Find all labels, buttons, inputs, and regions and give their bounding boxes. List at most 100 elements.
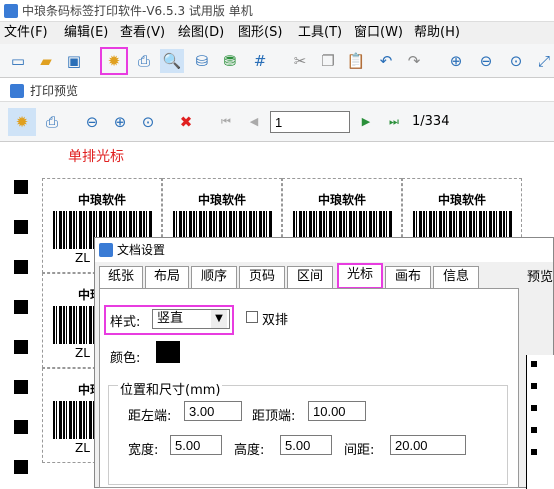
- top-offset-label: 距顶端:: [252, 409, 296, 424]
- cursor-mark: [14, 380, 28, 394]
- last-page-icon[interactable]: ⏭: [382, 110, 406, 134]
- database-icon[interactable]: ⛁: [190, 49, 214, 73]
- height-input[interactable]: [280, 435, 332, 455]
- menu-tools[interactable]: 工具(T): [298, 22, 342, 44]
- redo-icon[interactable]: ↷: [402, 49, 426, 73]
- grid-icon[interactable]: #: [248, 49, 272, 73]
- cursor-mark: [14, 460, 28, 474]
- preview-settings-gear-icon[interactable]: ✹: [8, 108, 36, 136]
- zoom-fit-icon[interactable]: ⊙: [504, 49, 528, 73]
- preview-zoom-fit-icon[interactable]: ⊙: [136, 110, 160, 134]
- tab-page-number[interactable]: 页码: [239, 266, 285, 288]
- style-select[interactable]: 竖直 ▼: [152, 309, 230, 329]
- menu-bar: 文件(F) 编辑(E) 查看(V) 绘图(D) 图形(S) 工具(T) 窗口(W…: [0, 22, 554, 44]
- dialog-title: 文档设置: [117, 243, 166, 257]
- cursor-mark: [14, 300, 28, 314]
- dialog-title-bar: 文档设置: [95, 238, 553, 262]
- preview-zoom-in-icon[interactable]: ⊕: [108, 110, 132, 134]
- next-page-icon[interactable]: ▶: [354, 110, 378, 134]
- tab-order[interactable]: 顺序: [191, 266, 237, 288]
- prev-page-icon[interactable]: ◀: [242, 110, 266, 134]
- save-icon[interactable]: ▣: [62, 49, 86, 73]
- top-offset-input[interactable]: [308, 401, 366, 421]
- preview-zoom-out-icon[interactable]: ⊖: [80, 110, 104, 134]
- style-label: 样式:: [110, 315, 141, 330]
- database-settings-icon[interactable]: ⛃: [218, 49, 242, 73]
- cursor-preview-mark: [531, 405, 537, 411]
- cursor-preview-mark: [531, 449, 537, 455]
- open-folder-icon[interactable]: ▰: [34, 49, 58, 73]
- print-preview-icon[interactable]: 🔍: [160, 49, 184, 73]
- zoom-in-icon[interactable]: ⊕: [444, 49, 468, 73]
- page-count: 1/334: [412, 114, 450, 129]
- menu-draw[interactable]: 绘图(D): [178, 22, 224, 44]
- print-preview-window-title: 打印预览: [0, 80, 554, 102]
- preview-heading: 单排光标: [68, 149, 124, 165]
- label-code: ZL: [75, 251, 90, 265]
- label-title: 中琅软件: [437, 193, 486, 207]
- tab-range[interactable]: 区间: [287, 266, 333, 288]
- tab-info[interactable]: 信息: [433, 266, 479, 288]
- window-title-bar: 中琅条码标签打印软件-V6.5.3 试用版 单机: [0, 0, 554, 22]
- cursor-mark: [14, 260, 28, 274]
- width-label: 宽度:: [128, 443, 159, 458]
- label-code: ZL: [75, 441, 90, 455]
- menu-window[interactable]: 窗口(W): [354, 22, 403, 44]
- window-title: 中琅条码标签打印软件-V6.5.3 试用版 单机: [22, 4, 253, 18]
- tab-layout[interactable]: 布局: [145, 266, 189, 288]
- settings-gear-icon[interactable]: ✹: [100, 47, 128, 75]
- menu-help[interactable]: 帮助(H): [414, 22, 460, 44]
- cursor-preview-mark: [531, 383, 537, 389]
- menu-edit[interactable]: 编辑(E): [64, 22, 108, 44]
- label-code: ZL: [75, 346, 90, 360]
- undo-icon[interactable]: ↶: [374, 49, 398, 73]
- document-settings-dialog: 文档设置 纸张 布局 顺序 页码 区间 光标 画布 信息 样式: 竖直 ▼ 双排…: [94, 237, 554, 489]
- tab-canvas[interactable]: 画布: [385, 266, 431, 288]
- copy-icon[interactable]: ❐: [316, 49, 340, 73]
- cursor-preview-mark: [531, 427, 537, 433]
- print-preview-title: 打印预览: [30, 84, 79, 98]
- cursor-mark: [14, 420, 28, 434]
- double-row-label: 双排: [262, 313, 289, 328]
- preview-toolbar: ✹ ⎙ ⊖ ⊕ ⊙ ✖ ⏮ ◀ ▶ ⏭ 1/334: [0, 102, 554, 142]
- style-select-value: 竖直: [157, 311, 184, 326]
- menu-file[interactable]: 文件(F): [4, 22, 48, 44]
- menu-shape[interactable]: 图形(S): [238, 22, 282, 44]
- main-toolbar: ▭ ▰ ▣ ✹ ⎙ 🔍 ⛁ ⛃ # ✂ ❐ 📋 ↶ ↷ ⊕ ⊖ ⊙ ⤢: [0, 44, 554, 78]
- double-row-checkbox[interactable]: [246, 311, 258, 323]
- fullscreen-icon[interactable]: ⤢: [532, 49, 554, 73]
- preview-print-icon[interactable]: ⎙: [40, 110, 64, 134]
- paste-icon[interactable]: 📋: [344, 49, 368, 73]
- left-offset-label: 距左端:: [128, 409, 172, 424]
- gap-label: 间距:: [344, 443, 375, 458]
- cursor-mark: [14, 340, 28, 354]
- new-doc-icon[interactable]: ▭: [6, 49, 30, 73]
- label-title: 中琅软件: [197, 193, 246, 207]
- menu-view[interactable]: 查看(V): [120, 22, 165, 44]
- page-number-input[interactable]: [270, 111, 350, 133]
- left-offset-input[interactable]: [184, 401, 242, 421]
- tab-cursor[interactable]: 光标: [337, 263, 383, 289]
- width-input[interactable]: [170, 435, 222, 455]
- label-title: 中琅软件: [77, 193, 126, 207]
- cursor-preview-canvas: [526, 355, 554, 489]
- first-page-icon[interactable]: ⏮: [214, 110, 238, 134]
- chevron-down-icon[interactable]: ▼: [211, 310, 227, 328]
- print-icon[interactable]: ⎙: [132, 49, 156, 73]
- gap-input[interactable]: [390, 435, 466, 455]
- label-title: 中琅软件: [317, 193, 366, 207]
- close-preview-icon[interactable]: ✖: [174, 110, 198, 134]
- cursor-mark: [14, 180, 28, 194]
- height-label: 高度:: [234, 443, 265, 458]
- dialog-icon: [99, 243, 113, 257]
- cursor-mark: [14, 220, 28, 234]
- color-swatch[interactable]: [156, 341, 180, 363]
- zoom-out-icon[interactable]: ⊖: [474, 49, 498, 73]
- cut-icon[interactable]: ✂: [288, 49, 312, 73]
- cursor-preview-mark: [531, 361, 537, 367]
- cursor-settings-panel: 样式: 竖直 ▼ 双排 颜色: 位置和尺寸(mm) 距左端: 距顶端: 宽度: …: [99, 288, 554, 489]
- tab-paper[interactable]: 纸张: [99, 266, 143, 288]
- preview-label: 预览: [527, 270, 554, 285]
- app-icon: [4, 4, 18, 18]
- color-label: 颜色:: [110, 351, 141, 366]
